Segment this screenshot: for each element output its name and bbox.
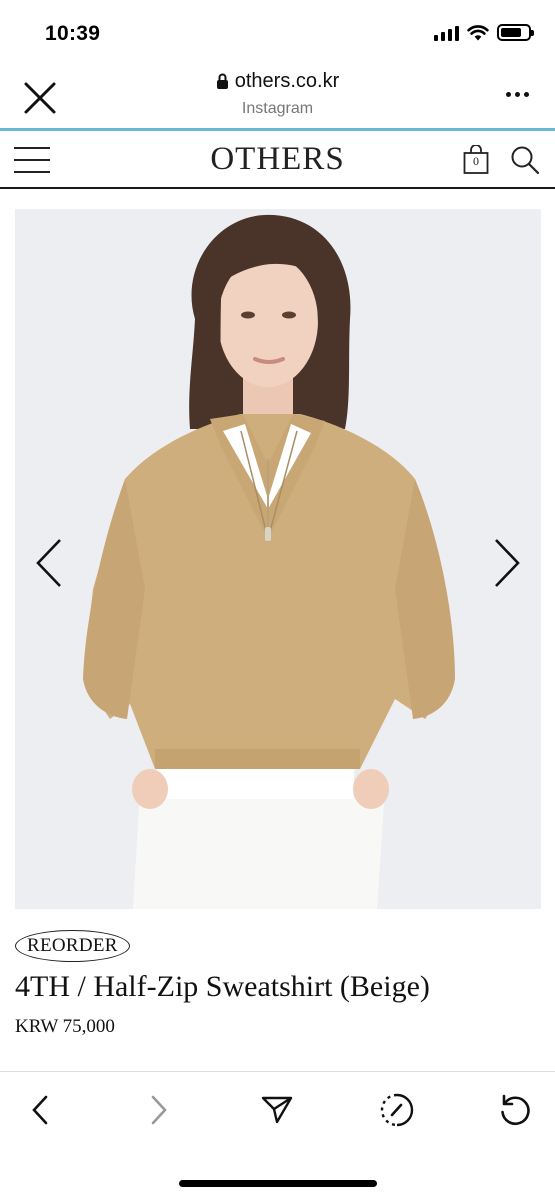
product-image[interactable] bbox=[15, 209, 541, 909]
product-title: 4TH / Half-Zip Sweatshirt (Beige) bbox=[15, 970, 430, 1003]
browser-toolbar bbox=[0, 1071, 555, 1151]
open-in-browser-icon bbox=[380, 1093, 414, 1127]
share-icon bbox=[261, 1096, 293, 1124]
chevron-right-icon bbox=[495, 539, 520, 587]
back-icon bbox=[32, 1095, 48, 1125]
url-block[interactable]: others.co.kr Instagram bbox=[0, 70, 555, 118]
wifi-icon bbox=[467, 24, 489, 40]
url-text: others.co.kr bbox=[234, 70, 340, 92]
forward-button[interactable] bbox=[139, 1090, 179, 1130]
reload-icon bbox=[501, 1094, 530, 1126]
home-indicator[interactable] bbox=[179, 1180, 377, 1187]
status-time: 10:39 bbox=[45, 22, 101, 45]
lock-icon bbox=[216, 73, 228, 89]
forward-icon bbox=[151, 1095, 167, 1125]
reload-button[interactable] bbox=[495, 1090, 535, 1130]
more-options-button[interactable] bbox=[506, 92, 529, 97]
product-price: KRW 75,000 bbox=[15, 1016, 115, 1037]
url-display[interactable]: others.co.kr bbox=[216, 70, 339, 93]
share-button[interactable] bbox=[257, 1090, 297, 1130]
cart-count: 0 bbox=[473, 154, 479, 168]
chevron-left-icon bbox=[36, 539, 61, 587]
url-subtitle: Instagram bbox=[241, 100, 314, 117]
search-icon bbox=[511, 146, 540, 175]
next-image-button[interactable] bbox=[490, 536, 524, 590]
previous-image-button[interactable] bbox=[32, 536, 66, 590]
site-header: OTHERS 0 bbox=[0, 131, 555, 189]
search-button[interactable] bbox=[510, 145, 540, 175]
more-horizontal-icon bbox=[506, 92, 511, 97]
cellular-signal-icon bbox=[434, 25, 459, 41]
status-bar: 10:39 bbox=[0, 0, 555, 62]
cart-button[interactable]: 0 bbox=[463, 144, 489, 175]
back-button[interactable] bbox=[20, 1090, 60, 1130]
status-icons bbox=[434, 24, 534, 41]
product-photo bbox=[15, 209, 541, 909]
hamburger-menu-icon[interactable] bbox=[14, 147, 50, 173]
battery-level bbox=[501, 28, 521, 37]
battery-icon bbox=[497, 24, 534, 41]
open-in-browser-button[interactable] bbox=[377, 1090, 417, 1130]
reorder-badge: REORDER bbox=[15, 930, 130, 962]
in-app-browser-bar: others.co.kr Instagram bbox=[0, 62, 555, 128]
